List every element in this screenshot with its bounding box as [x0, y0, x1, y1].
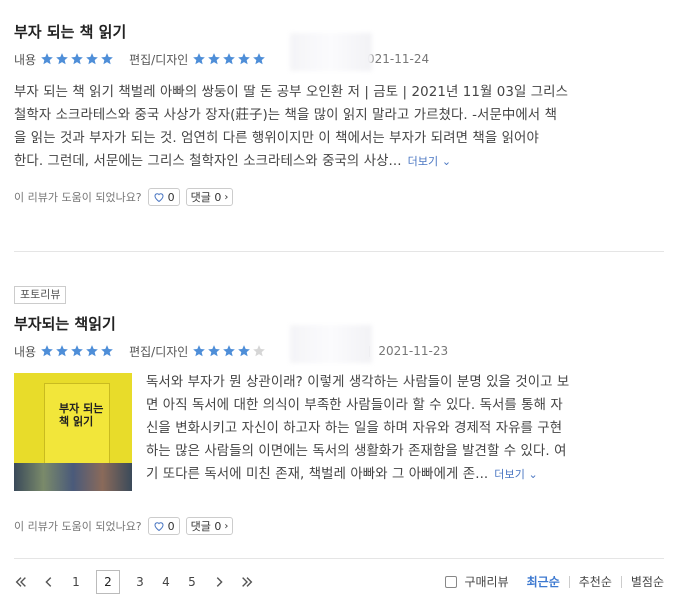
star-icon	[85, 344, 100, 359]
rating-design-label: 편집/디자인	[129, 344, 189, 359]
review-body: 부자 되는 책 읽기 독서와 부자가 뭔 상관이래? 이렇게 생각하는 사람들이…	[14, 373, 664, 497]
star-icon	[55, 344, 70, 359]
divider	[14, 251, 664, 252]
content-line-last: 한다. 그런데, 서문에는 그리스 철학자인 소크라테스와 중국의 사상... 더…	[14, 150, 664, 173]
double-chevron-right-icon	[242, 577, 253, 587]
star-icon	[70, 344, 85, 359]
photo-review-badge: 포토리뷰	[14, 286, 67, 304]
star-icon	[100, 52, 115, 67]
star-icon	[237, 344, 252, 359]
rating-design-label: 편집/디자인	[129, 52, 189, 67]
comment-label: 댓글 0	[190, 191, 222, 204]
last-page-button[interactable]	[240, 575, 254, 589]
more-link[interactable]: 더보기 ⌄	[408, 155, 452, 168]
star-icon	[192, 344, 207, 359]
review-content: 독서와 부자가 뭔 상관이래? 이렇게 생각하는 사람들이 분명 있을 것이고 …	[146, 371, 666, 486]
like-count: 0	[167, 190, 175, 204]
book-cover-image: 부자 되는 책 읽기	[44, 383, 110, 473]
more-link[interactable]: 더보기 ⌄	[494, 468, 538, 481]
helpful-label: 이 리뷰가 도움이 되었나요?	[14, 191, 142, 204]
star-icon	[222, 52, 237, 67]
more-label: 더보기	[494, 468, 525, 481]
like-button[interactable]: 0	[147, 517, 180, 535]
star-icon	[207, 344, 222, 359]
helpful-row: 이 리뷰가 도움이 되었나요? 0 댓글 0 ›	[14, 188, 664, 206]
heart-icon	[154, 193, 164, 203]
design-stars	[192, 344, 267, 359]
comment-button[interactable]: 댓글 0 ›	[185, 188, 234, 206]
bookshelf-image	[14, 463, 132, 491]
star-icon	[70, 52, 85, 67]
content-line: 을 읽는 것과 부자가 되는 것. 엄연히 다른 행위이지만 이 책에서는 부자…	[14, 131, 539, 146]
chevron-right-icon: ›	[224, 191, 229, 203]
sort-recommended[interactable]: 추천순	[568, 576, 621, 588]
sort-options: 구매리뷰 최근순 추천순 별점순	[445, 576, 664, 588]
star-icon	[40, 344, 55, 359]
star-icon	[192, 52, 207, 67]
star-icon	[207, 52, 222, 67]
star-icon	[237, 52, 252, 67]
content-line: 독서와 부자가 뭔 상관이래? 이렇게 생각하는 사람들이 분명 있을 것이고 …	[146, 375, 570, 390]
page-3[interactable]: 3	[134, 575, 146, 589]
like-count: 0	[167, 519, 175, 533]
helpful-row: 이 리뷰가 도움이 되었나요? 0 댓글 0 ›	[14, 517, 664, 535]
star-icon	[252, 344, 267, 359]
chevron-down-icon: ⌄	[438, 155, 452, 168]
star-icon	[40, 52, 55, 67]
content-line: 신을 변화시키고 자신이 하고자 하는 일을 하며 자유와 경제적 자유를 구현	[146, 421, 563, 436]
like-button[interactable]: 0	[147, 188, 180, 206]
content-line: 부자 되는 책 읽기 책벌레 아빠의 쌍둥이 딸 돈 공부 오인환 저 | 금토…	[14, 85, 569, 100]
content-line: 한다. 그런데, 서문에는 그리스 철학자인 소크라테스와 중국의 사상...	[14, 154, 402, 169]
review-card: 부자 되는 책 읽기 내용 편집/디자인 2021-11-24 부자 되는 책 …	[14, 22, 664, 206]
purchase-review-checkbox[interactable]	[445, 576, 458, 588]
helpful-label: 이 리뷰가 도움이 되었나요?	[14, 520, 142, 533]
double-chevron-left-icon	[15, 577, 26, 587]
page-4[interactable]: 4	[160, 575, 172, 589]
rating-row: 내용 편집/디자인 2021-11-23	[14, 325, 664, 363]
content-line: 철학자 소크라테스와 중국 사상가 장자(莊子)는 책을 많이 읽지 말라고 가…	[14, 108, 558, 123]
review-photo[interactable]: 부자 되는 책 읽기	[14, 373, 132, 491]
content-line: 하는 많은 사람들의 이면에는 독서의 생활화가 존재함을 발견할 수 있다. …	[146, 444, 567, 459]
blurred-username	[290, 325, 372, 363]
next-page-button[interactable]	[212, 575, 226, 589]
comment-button[interactable]: 댓글 0 ›	[185, 517, 234, 535]
content-line: 면 아직 독서에 대한 의식이 부족한 사람들이라 할 수 있다. 독서를 통해…	[146, 398, 563, 413]
content-stars	[40, 52, 115, 67]
chevron-left-icon	[45, 577, 52, 587]
chevron-right-icon	[216, 577, 223, 587]
chevron-down-icon: ⌄	[524, 468, 538, 481]
chevron-right-icon: ›	[224, 520, 229, 532]
page-1[interactable]: 1	[70, 575, 82, 589]
star-icon	[100, 344, 115, 359]
star-icon	[55, 52, 70, 67]
divider	[14, 558, 664, 559]
rating-row: 내용 편집/디자인 2021-11-24	[14, 33, 664, 71]
design-stars	[192, 52, 267, 67]
rating-content-label: 내용	[14, 344, 37, 359]
content-stars	[40, 344, 115, 359]
heart-icon	[154, 522, 164, 532]
star-icon	[222, 344, 237, 359]
purchase-review-label[interactable]: 구매리뷰	[464, 576, 517, 588]
review-content: 부자 되는 책 읽기 책벌레 아빠의 쌍둥이 딸 돈 공부 오인환 저 | 금토…	[14, 81, 664, 173]
content-line-last: 기 또다른 독서에 미친 존재, 책벌레 아빠와 그 아빠에게 존... 더보기 …	[146, 463, 666, 486]
pagination-bar: 1 2 3 4 5 구매리뷰 최근순 추천순 별점순	[14, 570, 664, 594]
book-cover-title: 부자 되는 책 읽기	[59, 402, 104, 428]
page-5[interactable]: 5	[186, 575, 198, 589]
more-label: 더보기	[407, 155, 439, 168]
prev-page-button[interactable]	[42, 575, 56, 589]
blurred-username	[290, 33, 372, 71]
first-page-button[interactable]	[14, 575, 28, 589]
review-date: 2021-11-23	[378, 344, 449, 358]
sort-recent[interactable]: 최근순	[518, 576, 569, 588]
star-icon	[252, 52, 267, 67]
star-icon	[85, 52, 100, 67]
rating-content-label: 내용	[14, 52, 37, 67]
comment-label: 댓글 0	[190, 520, 222, 533]
content-line: 기 또다른 독서에 미친 존재, 책벌레 아빠와 그 아빠에게 존...	[146, 467, 489, 482]
review-card: 포토리뷰 부자되는 책읽기 내용 편집/디자인 2021-11-23 부자 되는…	[14, 283, 664, 535]
sort-rating[interactable]: 별점순	[620, 576, 664, 588]
page-2-current[interactable]: 2	[96, 570, 120, 594]
